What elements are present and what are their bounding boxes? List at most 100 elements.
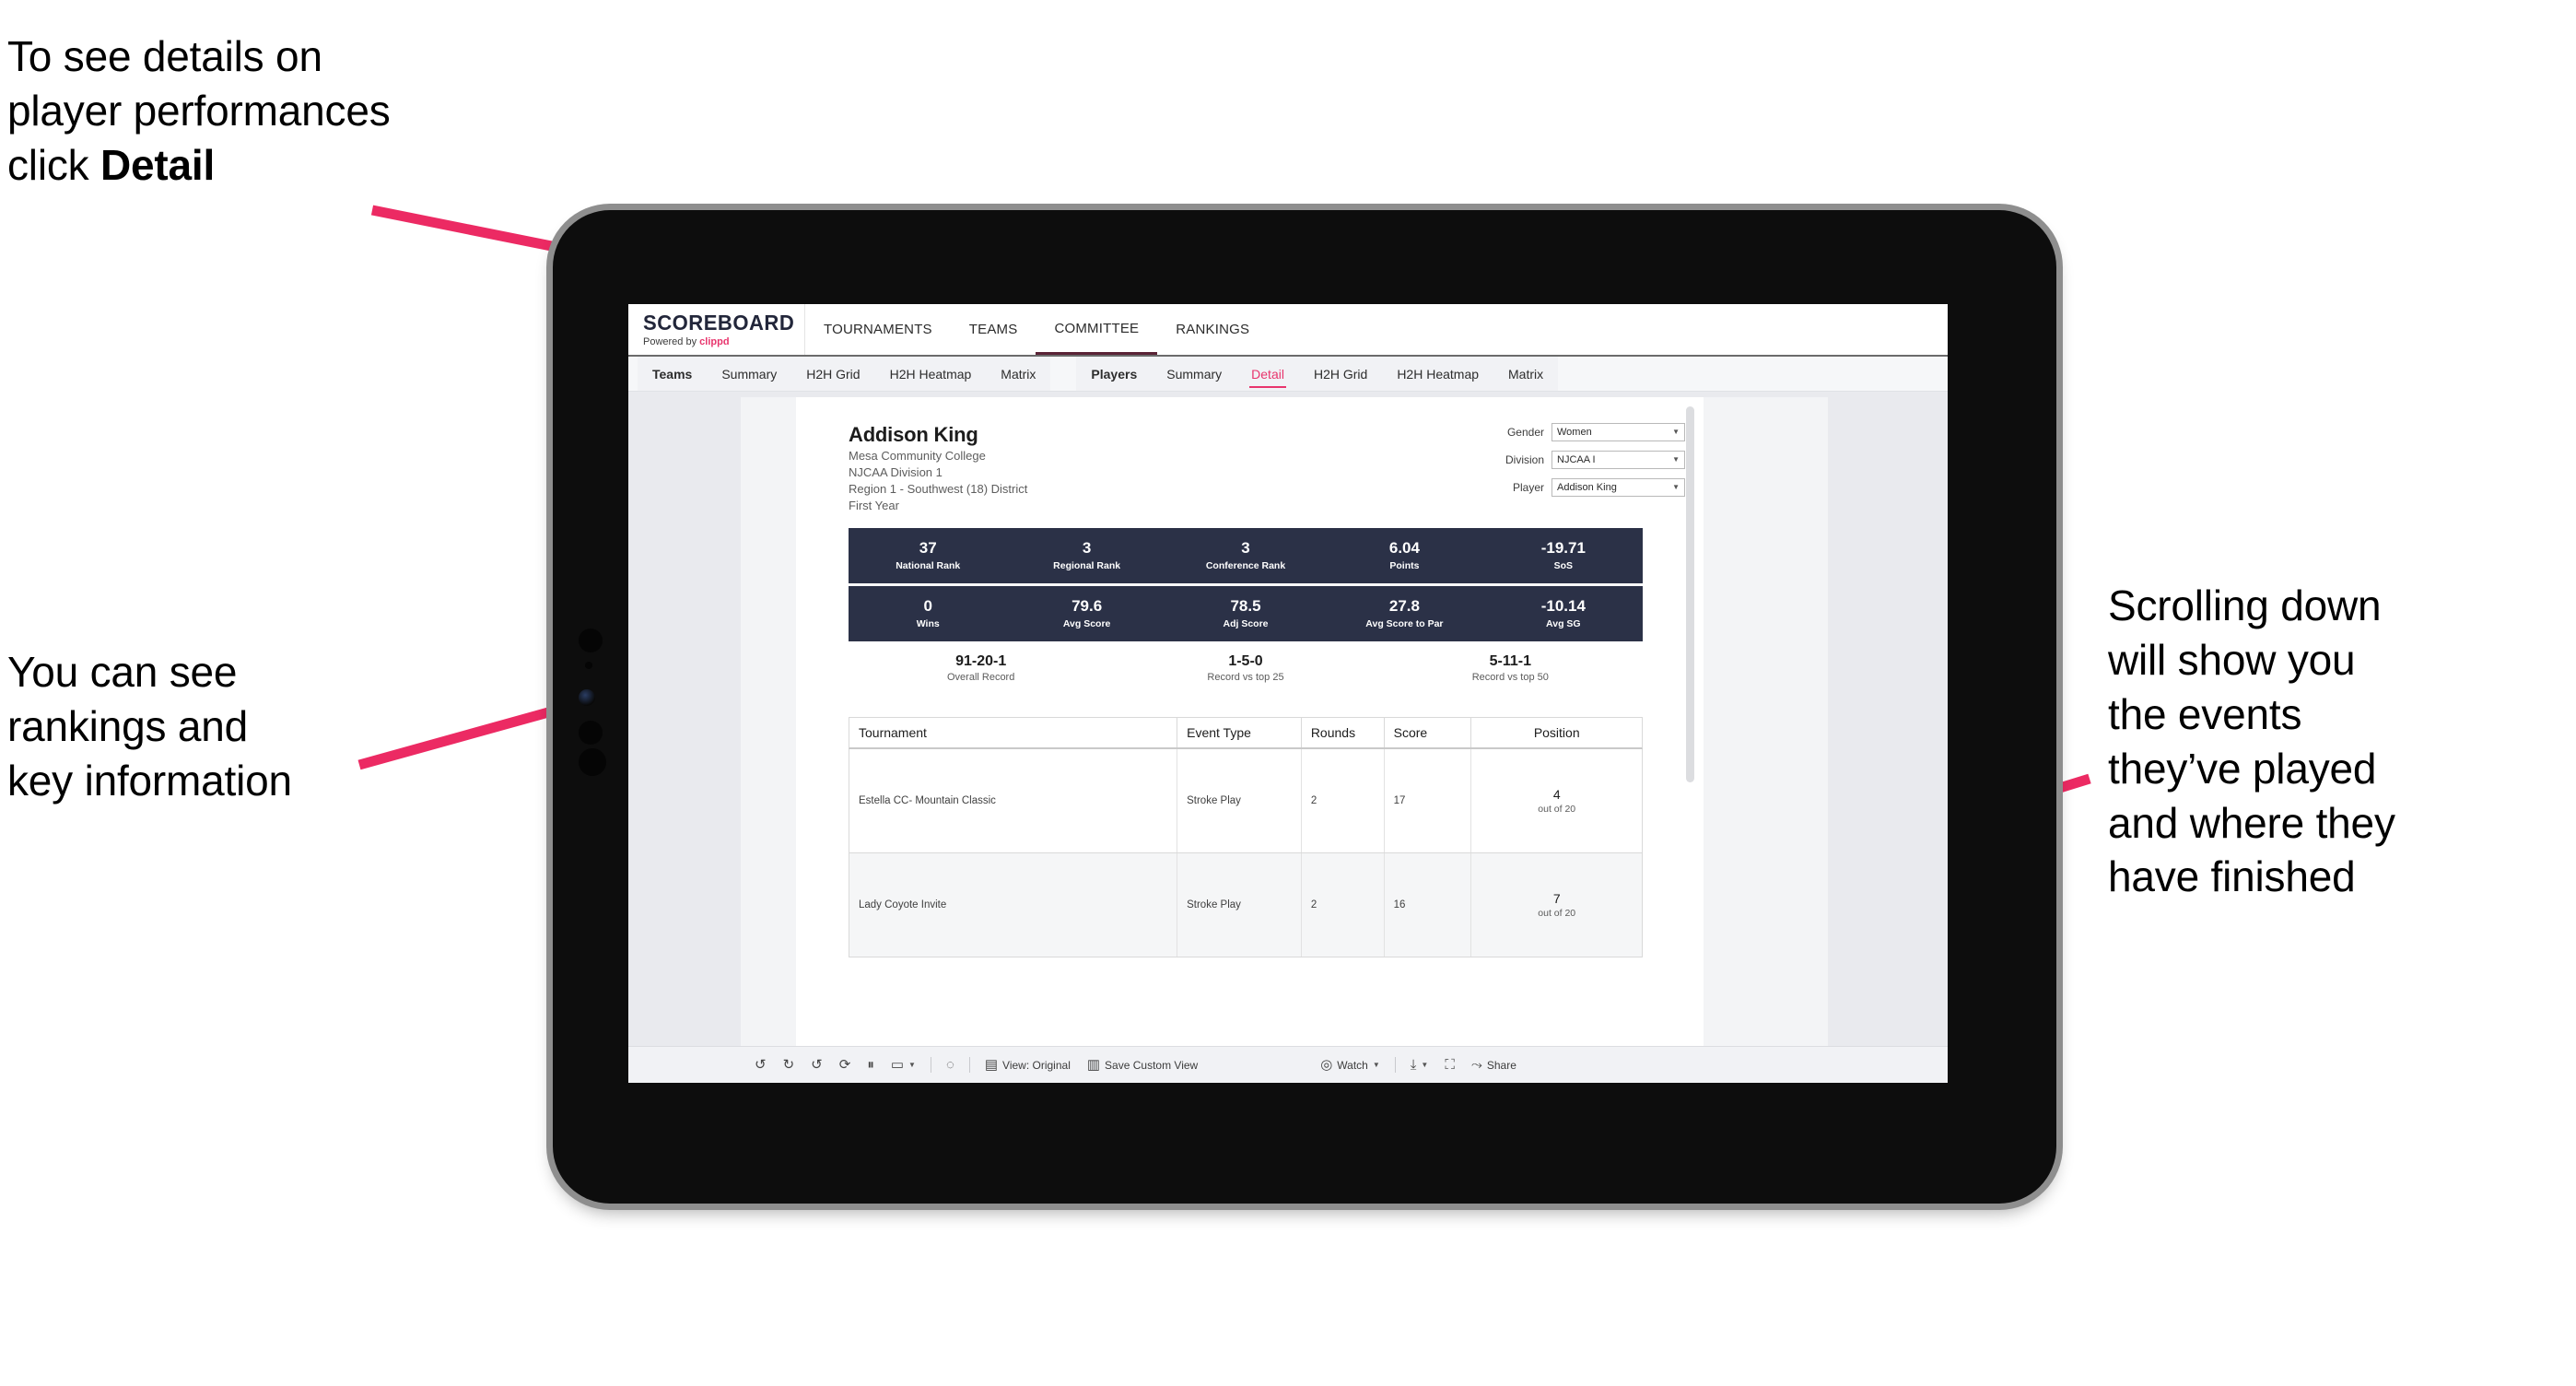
watch-button[interactable]: ◎ Watch ▼ [1312,1047,1388,1083]
tab-group-players: Players Summary Detail H2H Grid H2H Heat… [1076,357,1559,391]
stat-points: 6.04 Points [1325,539,1483,571]
undo-button[interactable]: ↺ [746,1047,775,1083]
stat-value: 27.8 [1388,597,1420,616]
alert-button[interactable]: ▭ ▼ [883,1047,924,1083]
stat-label: Regional Rank [1053,559,1121,571]
tablet-speaker-icon [579,748,606,776]
stat-label: Wins [916,617,940,629]
annotation-mid-left: You can see rankings and key information [7,648,292,805]
annotation-top-left-bold: Detail [100,140,216,189]
slide-canvas: To see details on player performances cl… [0,0,2576,1386]
tab-teams-summary[interactable]: Summary [707,357,791,391]
player-info-block: Addison King Mesa Community College NJCA… [849,423,1291,514]
watch-label: Watch [1337,1058,1368,1072]
tab-players[interactable]: Players [1076,357,1152,391]
cell-position-value: 4 [1552,787,1561,802]
column-header-position[interactable]: Position [1471,718,1642,747]
view-original-button[interactable]: ▤ View: Original [977,1047,1079,1083]
tab-teams[interactable]: Teams [638,357,707,391]
filter-gender-select[interactable]: Women ▼ [1551,423,1685,441]
stat-label: Points [1389,559,1420,571]
column-header-event-type[interactable]: Event Type [1177,718,1302,747]
tab-group-teams: Teams Summary H2H Grid H2H Heatmap Matri… [638,357,1051,391]
stat-sos: -19.71 SoS [1484,539,1643,570]
table-header-row: Tournament Event Type Rounds Score Posit… [849,717,1643,749]
tablet-button-icon [579,628,603,652]
redo-button[interactable]: ↻ [775,1047,803,1083]
stat-value: 3 [1241,539,1250,558]
share-icon: ⤳ [1470,1057,1482,1073]
pause-button[interactable]: ⏸ [859,1047,883,1083]
filter-division-value: NJCAA I [1557,454,1596,465]
save-custom-view-button[interactable]: ▥ Save Custom View [1079,1047,1206,1083]
chevron-down-icon: ▼ [908,1061,916,1069]
share-button[interactable]: ⤳ Share [1463,1047,1525,1083]
stat-value: 78.5 [1230,597,1261,616]
cell-event-type: Stroke Play [1177,749,1302,852]
tab-players-h2h-grid[interactable]: H2H Grid [1299,357,1382,391]
player-division: NJCAA Division 1 [849,465,943,480]
sub-navigation: Teams Summary H2H Grid H2H Heatmap Matri… [628,357,1948,392]
filter-division: Division NJCAA I ▼ [1455,451,1685,469]
fullscreen-button[interactable]: ⛶ [1436,1047,1463,1083]
tab-teams-h2h-grid[interactable]: H2H Grid [791,357,874,391]
column-header-score[interactable]: Score [1385,718,1472,747]
alert-icon: ▭ [890,1057,905,1073]
filter-division-select[interactable]: NJCAA I ▼ [1551,451,1685,469]
record-overall: 91-20-1 Overall Record [849,653,1113,683]
redo-icon: ↻ [782,1057,795,1073]
filter-player-select[interactable]: Addison King ▼ [1551,478,1685,497]
stat-value: -19.71 [1540,539,1586,558]
share-label: Share [1486,1058,1516,1072]
player-region: Region 1 - Southwest (18) District [849,482,1028,497]
brand-powered-name: clippd [699,335,730,347]
tab-players-summary[interactable]: Summary [1152,357,1236,391]
table-row[interactable]: Lady Coyote Invite Stroke Play 2 16 7 ou… [849,853,1643,957]
cell-position-sub: out of 20 [1538,804,1576,815]
stat-label: Avg Score [1062,617,1111,629]
record-value: 91-20-1 [955,653,1007,669]
bottom-toolbar: ↺ ↻ ↺ ⟳ ⏸ ▭ ▼ ◌ ▤ View: Original ▥ Save Cus… [628,1046,1948,1083]
nav-rankings[interactable]: RANKINGS [1157,304,1268,355]
history-button[interactable]: ◌ [938,1047,963,1083]
revert-button[interactable]: ↺ [802,1047,831,1083]
fullscreen-icon: ⛶ [1445,1057,1455,1073]
column-header-tournament[interactable]: Tournament [849,718,1178,747]
tab-players-h2h-heatmap[interactable]: H2H Heatmap [1382,357,1493,391]
refresh-icon: ⟳ [838,1057,851,1073]
brand-title: SCOREBOARD [643,310,795,335]
vertical-scrollbar[interactable] [1686,406,1694,782]
record-vs-top-25: 1-5-0 Record vs top 25 [1113,653,1377,683]
filter-gender-label: Gender [1506,426,1544,439]
events-table: Tournament Event Type Rounds Score Posit… [849,717,1643,957]
nav-tournaments[interactable]: TOURNAMENTS [805,304,951,355]
tab-players-detail[interactable]: Detail [1236,357,1299,391]
stat-wins: 0 Wins [849,597,1007,629]
record-vs-top-50: 5-11-1 Record vs top 50 [1378,653,1643,683]
records-row: 91-20-1 Overall Record 1-5-0 Record vs t… [849,653,1643,683]
tab-players-matrix[interactable]: Matrix [1493,357,1558,391]
record-label: Record vs top 25 [1207,672,1284,684]
stat-conference-rank: 3 Conference Rank [1166,539,1325,570]
stat-label: Avg Score to Par [1365,617,1444,629]
refresh-button[interactable]: ⟳ [831,1047,860,1083]
tab-teams-h2h-heatmap[interactable]: H2H Heatmap [875,357,987,391]
stat-regional-rank: 3 Regional Rank [1007,539,1165,571]
tab-teams-matrix[interactable]: Matrix [986,357,1050,391]
download-icon: ⤓ [1410,1057,1417,1073]
stat-avg-score: 79.6 Avg Score [1007,597,1165,629]
chevron-down-icon: ▼ [1372,1061,1380,1069]
nav-committee[interactable]: COMMITTEE [1036,304,1158,355]
app-header: SCOREBOARD Powered by clippd TOURNAMENTS… [628,304,1948,357]
toolbar-divider [968,1057,970,1073]
dashboard-canvas: Addison King Mesa Community College NJCA… [741,397,1828,1048]
table-row[interactable]: Estella CC- Mountain Classic Stroke Play… [849,749,1643,853]
cell-rounds: 2 [1302,749,1385,852]
column-header-rounds[interactable]: Rounds [1302,718,1385,747]
nav-teams[interactable]: TEAMS [951,304,1036,355]
brand-logo[interactable]: SCOREBOARD Powered by clippd [628,304,805,355]
download-button[interactable]: ⤓ ▼ [1402,1047,1437,1083]
filter-gender-value: Women [1557,427,1592,438]
chevron-down-icon: ▼ [1672,428,1680,436]
record-label: Overall Record [946,672,1015,684]
